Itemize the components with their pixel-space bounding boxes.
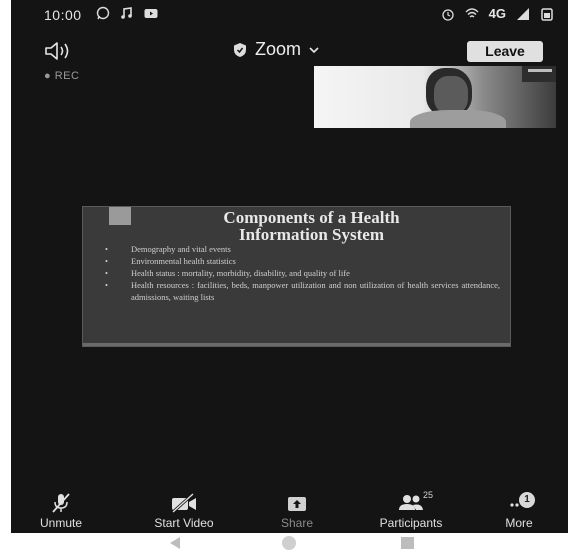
video-off-icon [171,492,196,514]
status-bar: 10:00 4G [11,0,568,28]
participants-count: 25 [423,490,434,500]
back-icon[interactable] [170,537,180,549]
start-video-label: Start Video [154,516,214,530]
share-button[interactable]: Share [269,492,325,533]
battery-icon [541,7,553,21]
android-nav-bar [0,533,578,553]
meeting-top-bar: Zoom Leave [11,36,568,66]
meeting-title-dropdown[interactable]: Zoom [233,39,319,60]
video-thumbnail[interactable] [314,66,556,128]
alarm-icon [442,8,454,21]
unmute-button[interactable]: Unmute [31,492,91,533]
status-time: 10:00 [44,7,82,23]
background-screen [522,66,556,82]
more-label: More [505,516,533,530]
slide-title-line-2: Information System [239,225,384,244]
home-icon[interactable] [282,536,296,550]
meeting-title: Zoom [255,39,302,59]
meeting-toolbar: Unmute Start Video Share 25 Participants… [11,490,568,533]
signal-icon [517,7,529,20]
recent-apps-icon[interactable] [401,537,414,549]
speaker-icon[interactable] [43,40,83,62]
more-button[interactable]: 1 More [491,492,547,533]
whatsapp-icon [96,6,110,20]
rec-dot-icon: ● [44,70,52,82]
unmute-label: Unmute [39,516,83,530]
system-icons: 4G [441,6,554,21]
notification-icons [96,6,158,20]
participant-body [410,110,506,128]
shield-icon [234,42,246,57]
youtube-icon [144,9,158,18]
slide-title-line-1: Components of a Health [223,208,400,227]
recording-label: REC [54,70,80,82]
participant-face [434,76,468,114]
slide-bullet: Demography and vital events [97,243,500,255]
participants-icon [399,495,423,510]
start-video-button[interactable]: Start Video [135,492,233,533]
slide-footer-bar [83,343,510,346]
slide-bullet-list: Demography and vital events Environmenta… [97,243,500,303]
participants-label: Participants [379,516,443,530]
slide-bullet: Health status : mortality, morbidity, di… [97,267,500,279]
music-icon [121,7,132,19]
network-type: 4G [488,6,506,21]
participants-button[interactable]: 25 Participants [365,490,457,533]
slide-title: Components of a Health Information Syste… [123,209,500,243]
zoom-meeting-screen: 10:00 4G Zoom Leave ● REC Components of … [11,0,568,533]
slide-bullet: Environmental health statistics [97,255,500,267]
share-screen-icon [288,497,306,511]
leave-button[interactable]: Leave [467,41,543,62]
share-label: Share [280,516,314,530]
slide-bullet: Health resources : facilities, beds, man… [97,279,500,303]
wifi-calling-icon [465,7,479,17]
more-notification-badge: 1 [519,492,535,508]
shared-screen-slide: Components of a Health Information Syste… [82,206,511,347]
recording-indicator: ● REC [44,70,79,82]
muted-microphone-icon [52,493,70,513]
chevron-down-icon [309,46,319,53]
